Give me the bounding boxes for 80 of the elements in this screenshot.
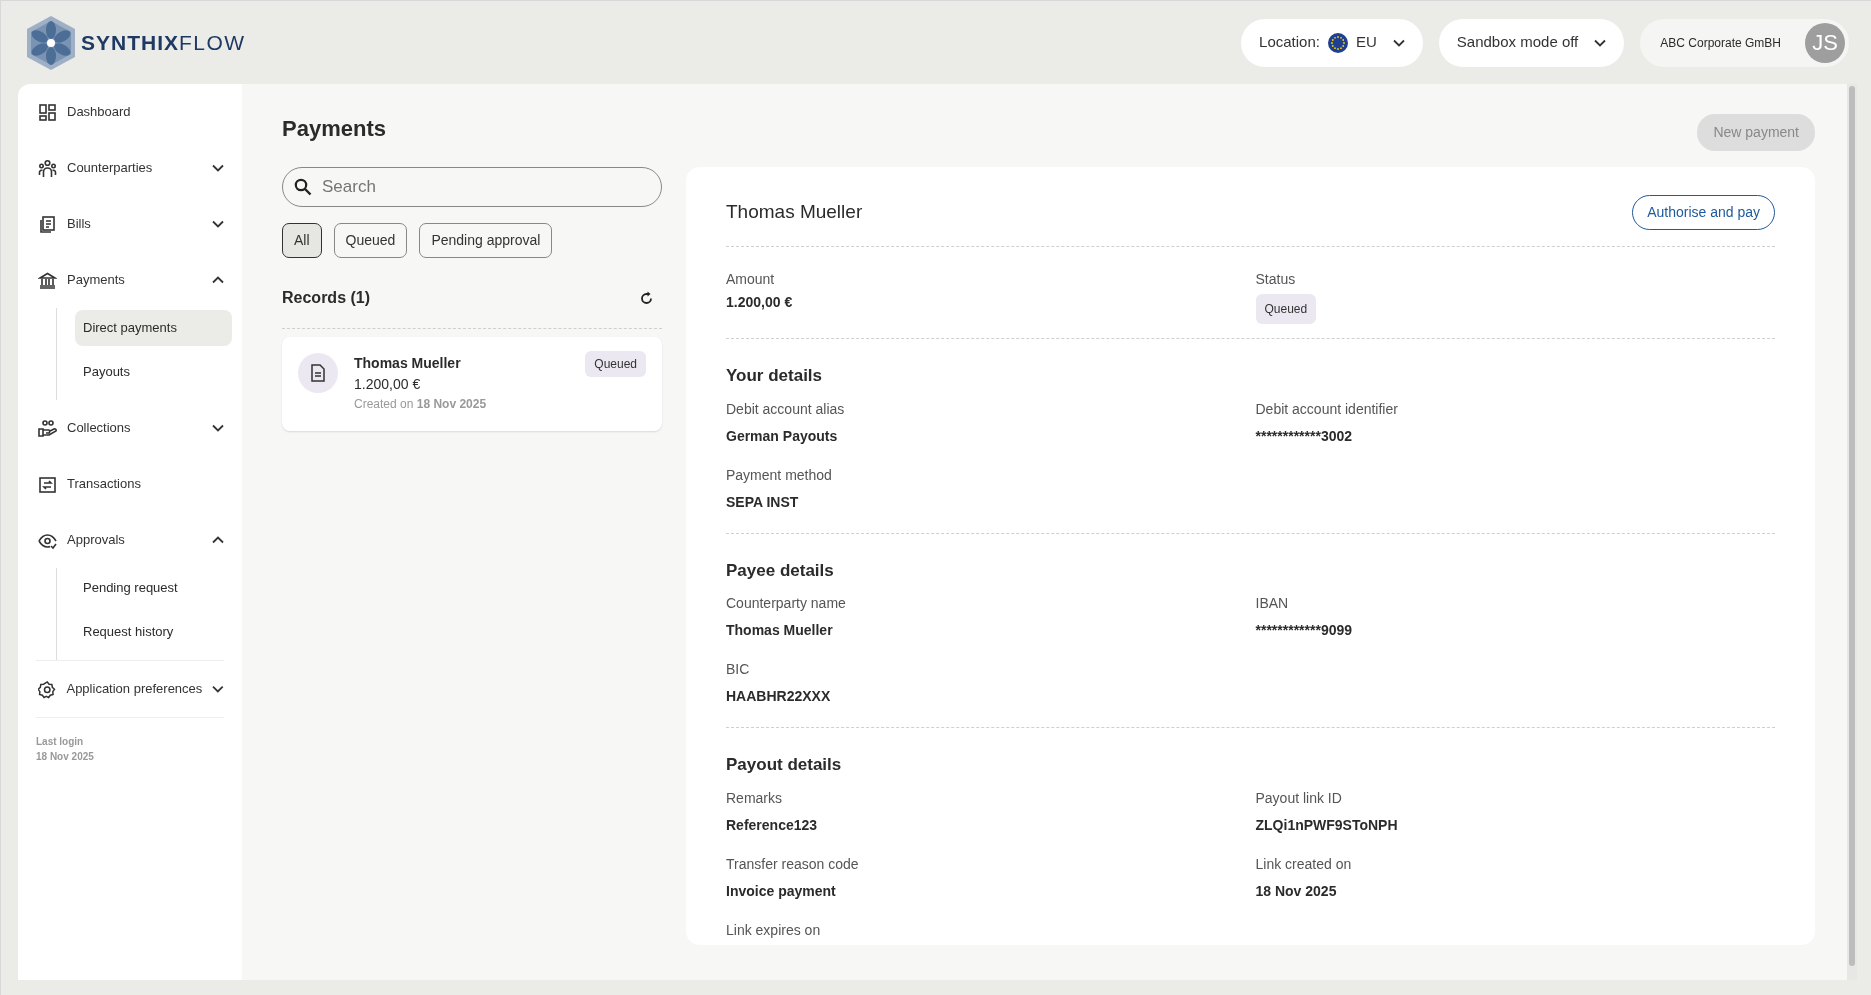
chevron-down-icon [1392,39,1405,48]
sidebar-subitem[interactable]: Payouts [75,354,232,390]
field-value: 18 Nov 2025 [1255,881,1338,901]
chevron-up-icon [212,276,224,284]
gear-icon [38,679,57,699]
filter-chip[interactable]: All [282,223,322,258]
sidebar-subitem[interactable]: Request history [75,614,232,650]
refresh-icon[interactable] [639,290,654,306]
transfer-icon [38,474,57,494]
field-value: ************9099 [1255,621,1354,640]
status-badge: Queued [1255,294,1317,324]
record-card[interactable]: Thomas Mueller 1.200,00 € Created on 18 Nov 2025 Queued [282,337,662,431]
sidebar-item[interactable]: Payments [28,252,232,308]
record-name: Thomas Mueller [354,354,462,373]
sidebar-item[interactable]: Dashboard [28,84,232,140]
field-value: Thomas Mueller [726,621,834,640]
record-amount: 1.200,00 € [354,375,422,394]
document-icon [298,353,338,393]
company-name: ABC Corporate GmBH [1660,34,1781,52]
field-value: SEPA INST [726,492,800,512]
field-label: Link expires on [726,920,822,940]
status-badge: Queued [585,351,646,377]
field-value: ZLQi1nPWF9SToNPH [1255,815,1399,835]
last-login-label: Last login [36,735,85,749]
field-value: 1.200,00 € [726,293,794,312]
field-value: HAABHR22XXX [726,687,832,706]
field-value: ************3002 [1255,426,1354,446]
sidebar-item[interactable]: Counterparties [28,140,232,196]
document-icon [38,214,57,234]
authorise-button[interactable]: Authorise and pay [1632,195,1775,230]
sidebar-subitem[interactable]: Direct payments [75,310,232,346]
sidebar-item[interactable]: Collections [28,400,232,456]
chevron-down-icon [212,164,224,172]
chevron-down-icon [212,424,224,432]
record-created: Created on 18 Nov 2025 [354,396,488,413]
field-value: Reference123 [726,815,819,835]
field-label: Status [1255,270,1297,289]
flag-icon [1327,32,1348,53]
chevron-down-icon [212,220,224,228]
field-label: Amount [726,270,776,289]
field-value: Invoice payment [726,881,837,901]
bank-icon [38,270,57,290]
payee-name: Thomas Mueller [726,200,863,225]
filter-chip[interactable]: Queued [333,223,408,258]
chevron-down-icon [212,685,224,693]
chevron-up-icon [212,536,224,544]
field-label: Counterparty name [726,594,847,613]
field-label: Payment method [726,465,833,485]
field-label: IBAN [1255,594,1290,613]
search-field[interactable]: Search [282,167,662,207]
sidebar-subitem[interactable]: Pending request [75,570,232,606]
people-icon [38,158,57,178]
chevron-down-icon [1594,38,1607,47]
sidebar-item[interactable]: Bills [28,196,232,252]
section-heading: Payee details [726,559,835,582]
field-label: Remarks [726,788,783,808]
filter-chip[interactable]: Pending approval [419,223,553,258]
field-label: Payout link ID [1255,788,1343,808]
location-dropdown[interactable]: Location: EU [1241,18,1423,67]
records-heading: Records (1) [282,288,371,308]
brand-name: SYNTHIXFLOW [81,29,246,56]
last-login-date: 18 Nov 2025 [36,750,95,764]
field-label: Debit account identifier [1255,399,1399,419]
section-heading: Payout details [726,754,843,776]
field-label: BIC [726,660,751,679]
search-icon [294,178,312,196]
dashboard-icon [38,102,57,122]
section-heading: Your details [726,365,824,387]
field-value: German Payouts [726,426,839,446]
sidebar-item[interactable]: Approvals [28,512,232,568]
sidebar-item[interactable]: Application preferences [28,661,232,717]
page-title: Payments [282,116,386,143]
field-label: Transfer reason code [726,854,860,874]
account-menu[interactable]: ABC Corporate GmBH JS [1640,18,1849,67]
field-label: Debit account alias [726,399,846,419]
logo-icon [25,14,77,71]
sidebar-item[interactable]: Transactions [28,456,232,512]
field-label: Link created on [1255,854,1353,874]
hand-coins-icon [38,418,57,438]
sandbox-dropdown[interactable]: Sandbox mode off [1438,18,1625,67]
